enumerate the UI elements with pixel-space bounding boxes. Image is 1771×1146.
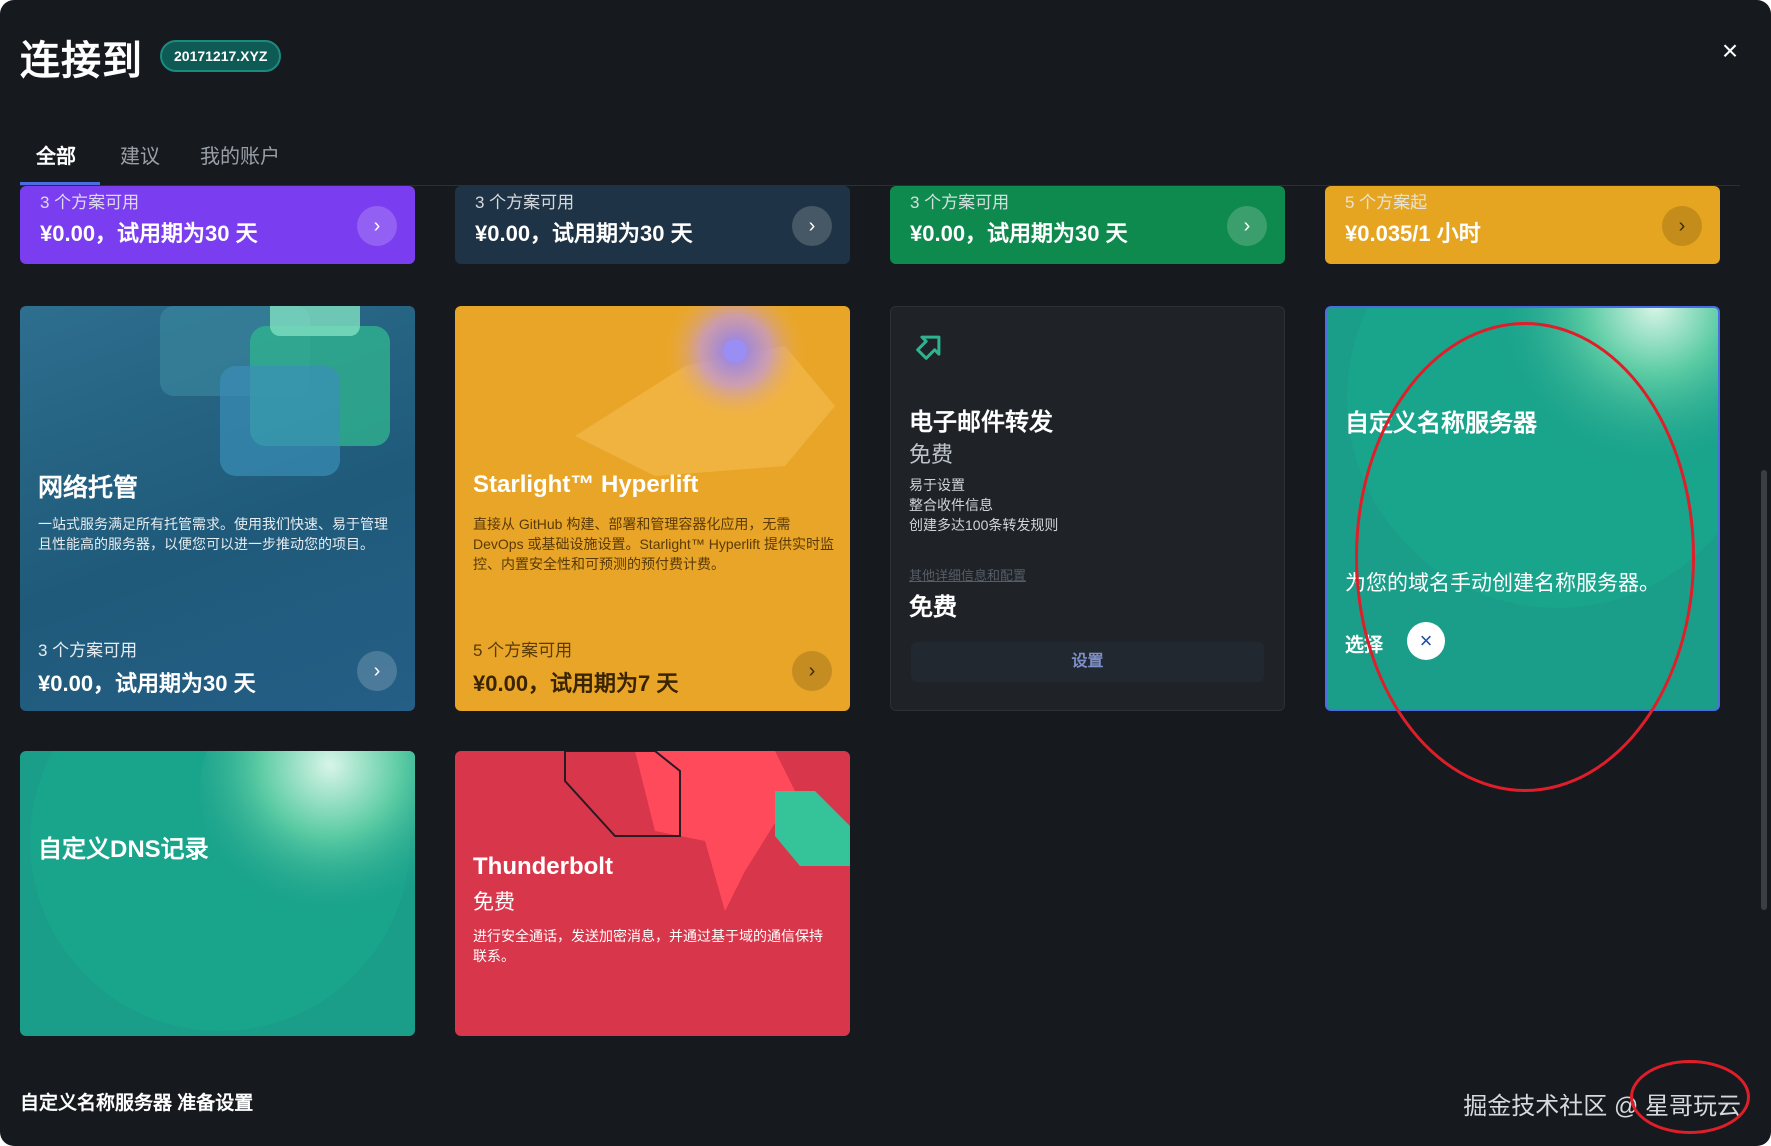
chevron-right-icon[interactable]: ›: [357, 206, 397, 246]
selection-status: 自定义名称服务器 准备设置: [20, 1093, 254, 1114]
card-subtitle: 免费: [909, 442, 954, 467]
tab-suggestions[interactable]: 建议: [120, 140, 160, 169]
custom-dns-card[interactable]: 自定义DNS记录: [20, 751, 415, 1036]
starlight-hyperlift-card[interactable]: Starlight™ Hyperlift 直接从 GitHub 构建、部署和管理…: [455, 306, 850, 711]
card-title: 网络托管: [38, 474, 139, 502]
feature-item: 整合收件信息: [909, 497, 993, 513]
card-description: 直接从 GitHub 构建、部署和管理容器化应用，无需 DevOps 或基础设施…: [473, 516, 834, 572]
plan-count: 3 个方案可用: [38, 641, 138, 660]
tab-all[interactable]: 全部: [36, 140, 76, 169]
chevron-right-icon[interactable]: ›: [1662, 206, 1702, 246]
service-grid: 3 个方案可用 ¥0.00，试用期为30 天 › 3 个方案可用 ¥0.00，试…: [20, 186, 1740, 1036]
web-hosting-card[interactable]: 网络托管 一站式服务满足所有托管需求。使用我们快速、易于管理且性能高的服务器，以…: [20, 306, 415, 711]
dns-decoration: [30, 751, 415, 1031]
chevron-right-icon[interactable]: ›: [792, 651, 832, 691]
plan-count: 3 个方案可用: [475, 193, 575, 212]
deselect-icon[interactable]: ×: [1407, 622, 1445, 660]
card-description: 进行安全通话，发送加密消息，并通过基于域的通信保持联系。: [473, 928, 823, 964]
feature-item: 创建多达100条转发规则: [909, 517, 1059, 533]
card-title: Thunderbolt: [473, 853, 613, 880]
domain-badge: 20171217.XYZ: [160, 40, 282, 72]
scrollbar[interactable]: [1761, 470, 1767, 910]
select-label[interactable]: 选择: [1345, 630, 1383, 657]
dialog-header: 连接到 20171217.XYZ ×: [0, 0, 1771, 110]
plan-count: 5 个方案起: [1345, 193, 1428, 212]
tab-bar: 全部 建议 我的账户: [20, 130, 1740, 186]
plan-strip-card[interactable]: 3 个方案可用 ¥0.00，试用期为30 天 ›: [455, 186, 850, 264]
nameserver-decoration: [1347, 308, 1718, 608]
card-title: 电子邮件转发: [909, 409, 1053, 436]
plan-strip-card[interactable]: 3 个方案可用 ¥0.00，试用期为30 天 ›: [890, 186, 1285, 264]
card-description: 为您的域名手动创建名称服务器。: [1345, 572, 1660, 595]
feature-list: 易于设置 整合收件信息 创建多达100条转发规则: [909, 475, 1058, 535]
card-price: 免费: [909, 594, 957, 621]
chevron-right-icon[interactable]: ›: [357, 651, 397, 691]
card-title: Starlight™ Hyperlift: [473, 471, 699, 498]
plan-strip-card[interactable]: 3 个方案可用 ¥0.00，试用期为30 天 ›: [20, 186, 415, 264]
plan-count: 5 个方案可用: [473, 641, 573, 660]
card-title: 自定义DNS记录: [38, 836, 209, 863]
chevron-right-icon[interactable]: ›: [792, 206, 832, 246]
close-icon[interactable]: ×: [1713, 34, 1747, 68]
plan-price: ¥0.00，试用期为7 天: [473, 671, 679, 696]
forward-icon: [916, 335, 941, 360]
card-subtitle: 免费: [473, 891, 515, 914]
email-forwarding-card[interactable]: 电子邮件转发 免费 易于设置 整合收件信息 创建多达100条转发规则 其他详细信…: [890, 306, 1285, 711]
plan-price: ¥0.00，试用期为30 天: [40, 221, 258, 246]
card-title: 自定义名称服务器: [1345, 410, 1537, 437]
tab-active-indicator: [20, 182, 100, 185]
plan-count: 3 个方案可用: [910, 193, 1010, 212]
plan-price: ¥0.00，试用期为30 天: [910, 221, 1128, 246]
dialog-title: 连接到: [20, 39, 143, 83]
tab-my-account[interactable]: 我的账户: [200, 140, 280, 169]
setup-button[interactable]: 设置: [911, 642, 1264, 682]
connect-dialog: 连接到 20171217.XYZ × 全部 建议 我的账户 3 个方案可用 ¥0…: [0, 0, 1771, 1146]
plan-strip-card[interactable]: 5 个方案起 ¥0.035/1 小时 ›: [1325, 186, 1720, 264]
feature-item: 易于设置: [909, 477, 965, 493]
plan-price: ¥0.00，试用期为30 天: [475, 221, 693, 246]
details-link[interactable]: 其他详细信息和配置: [909, 565, 1026, 584]
plan-count: 3 个方案可用: [40, 193, 140, 212]
thunderbolt-card[interactable]: Thunderbolt 免费 进行安全通话，发送加密消息，并通过基于域的通信保持…: [455, 751, 850, 1036]
watermark: 掘金技术社区 @ 星哥玩云: [1463, 1093, 1741, 1120]
plan-price: ¥0.035/1 小时: [1345, 221, 1481, 246]
custom-nameserver-card[interactable]: 自定义名称服务器 为您的域名手动创建名称服务器。 选择 ×: [1325, 306, 1720, 711]
plan-price: ¥0.00，试用期为30 天: [38, 671, 256, 696]
card-description: 一站式服务满足所有托管需求。使用我们快速、易于管理且性能高的服务器，以便您可以进…: [38, 516, 388, 552]
chevron-right-icon[interactable]: ›: [1227, 206, 1267, 246]
